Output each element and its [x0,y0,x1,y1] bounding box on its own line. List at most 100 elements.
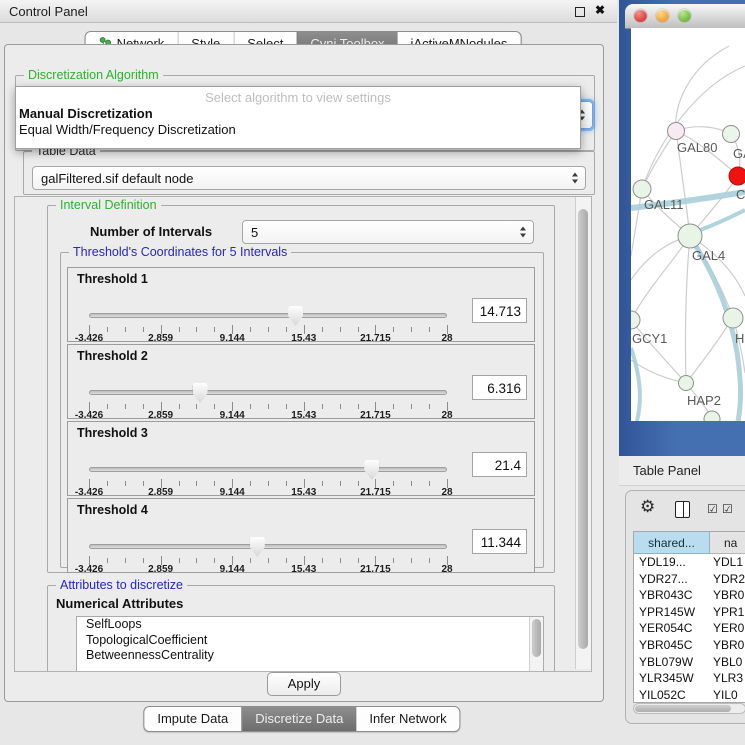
combo-stepper-icon[interactable] [520,227,527,238]
threshold-slider-track[interactable] [89,390,447,395]
slider-tick-label: 21.715 [360,487,391,498]
zoom-light[interactable] [678,9,691,22]
network-node[interactable] [678,224,702,248]
table-cell[interactable]: YER0 [710,620,745,637]
table-cell[interactable]: YLR3 [710,670,745,687]
table-row[interactable]: YER054CYER0 [634,620,745,637]
slider-tick [429,481,430,486]
table-row[interactable]: YBR045CYBR0 [634,637,745,654]
threshold-slider-thumb[interactable] [288,306,303,326]
table-header-shared[interactable]: shared... [634,532,710,554]
threshold-slider-thumb[interactable] [193,383,208,403]
table-header-na[interactable]: na [710,532,745,554]
split-columns-icon[interactable] [675,501,690,518]
table-header-row: shared...na [634,532,745,554]
network-node[interactable] [729,167,745,185]
table-row[interactable]: YBR043CYBR0 [634,587,745,604]
table-row[interactable]: YPR145WYPR1 [634,604,745,621]
close-icon[interactable]: ✖ [595,3,605,17]
checkbox-icon[interactable]: ☑ [722,502,733,516]
table-cell[interactable]: YDL19... [634,554,710,571]
table-cell[interactable]: YPR1 [710,604,745,621]
control-panel-titlebar: Control Panel ✖ [0,0,617,23]
slider-tick [322,327,323,332]
slider-tick [250,327,251,332]
table-cell[interactable]: YIL0 [710,687,745,703]
table-horizontal-scrollbar[interactable] [633,703,745,714]
table-row[interactable]: YDL19...YDL1 [634,554,745,571]
thresholds-group-title: Threshold's Coordinates for 5 Intervals [69,245,291,259]
network-node[interactable] [723,308,743,328]
table-cell[interactable]: YLR345W [634,670,710,687]
table-cell[interactable]: YBR0 [710,587,745,604]
apply-button[interactable]: Apply [267,672,341,696]
checkbox-icon[interactable]: ☑ [707,502,718,516]
slider-tick-label: 2.859 [148,564,173,575]
network-canvas[interactable]: GAL80GACGAL11GAL4GCY1HHAP2 [631,28,745,421]
threshold-slider-track[interactable] [89,544,447,549]
network-node[interactable] [723,126,740,143]
network-node[interactable] [679,376,694,391]
table-cell[interactable]: YBL0 [710,654,745,671]
table-data-combobox[interactable]: galFiltered.sif default node [32,166,586,190]
table-cell[interactable]: YPR145W [634,604,710,621]
slider-tick [411,558,412,563]
gear-icon[interactable]: ⚙ [640,497,655,517]
slider-tick-label: 9.144 [220,410,245,421]
attribute-item-selfloops[interactable]: SelfLoops [77,617,543,633]
panel-scrollbar-thumb[interactable] [578,209,588,649]
slider-tick [340,404,341,409]
threshold-label: Threshold 4 [77,503,148,517]
network-node[interactable] [668,123,685,140]
list-scrollbar[interactable] [529,617,543,671]
slider-tick-label: 28 [441,410,452,421]
attribute-item-betweennesscentrality[interactable]: BetweennessCentrality [77,648,543,664]
attribute-item-topologicalcoefficient[interactable]: TopologicalCoefficient [77,633,543,649]
table-cell[interactable]: YBL079W [634,654,710,671]
table-row[interactable]: YIL052CYIL0 [634,687,745,703]
slider-tick-label: 9.144 [220,487,245,498]
algorithm-option-equal-width-frequency-discretization[interactable]: Equal Width/Frequency Discretization [16,122,580,137]
table-cell[interactable]: YDL1 [710,554,745,571]
threshold-slider-thumb[interactable] [250,537,265,557]
tab-impute-data[interactable]: Impute Data [144,707,241,731]
threshold-slider-thumb[interactable] [364,460,379,480]
threshold-value-field[interactable]: 14.713 [472,298,527,323]
table-cell[interactable]: YBR043C [634,587,710,604]
attributes-group-title: Attributes to discretize [56,578,187,592]
table-row[interactable]: YLR345WYLR3 [634,670,745,687]
table-horizontal-scrollbar-thumb[interactable] [635,705,731,712]
tab-infer-network[interactable]: Infer Network [356,707,459,731]
combo-stepper-icon[interactable] [572,173,579,184]
table-row[interactable]: YDR27...YDR2 [634,571,745,588]
slider-tick [340,327,341,332]
table-cell[interactable]: YBR045C [634,637,710,654]
network-node[interactable] [704,411,720,421]
threshold-slider-track[interactable] [89,467,447,472]
network-node-label: C [736,187,745,202]
table-panel: ⚙ ☑ ☑ shared...naYDL19...YDL1YDR27...YDR… [625,490,745,724]
algorithm-option-manual-discretization[interactable]: Manual Discretization [16,106,580,121]
threshold-value-field[interactable]: 21.4 [472,452,527,477]
table-cell[interactable]: YBR0 [710,637,745,654]
table-cell[interactable]: YIL052C [634,687,710,703]
minimize-light[interactable] [656,9,669,22]
tab-discretize-data[interactable]: Discretize Data [241,707,356,731]
table-cell[interactable]: YER054C [634,620,710,637]
float-window-icon[interactable] [575,7,585,17]
close-light[interactable] [634,9,647,22]
table-cell[interactable]: YDR2 [710,571,745,588]
table-cell[interactable]: YDR27... [634,571,710,588]
slider-tick [250,481,251,486]
table-row[interactable]: YBL079WYBL0 [634,654,745,671]
network-node[interactable] [631,311,640,329]
network-node[interactable] [633,180,651,198]
list-scrollbar-thumb[interactable] [532,619,541,657]
threshold-slider-track[interactable] [89,313,447,318]
number-of-intervals-combobox[interactable]: 5 [242,220,534,244]
threshold-value-field[interactable]: 6.316 [472,375,527,400]
slider-tick [393,481,394,486]
panel-scrollbar[interactable] [575,197,591,669]
threshold-value-field[interactable]: 11.344 [472,529,527,554]
slider-tick [250,404,251,409]
